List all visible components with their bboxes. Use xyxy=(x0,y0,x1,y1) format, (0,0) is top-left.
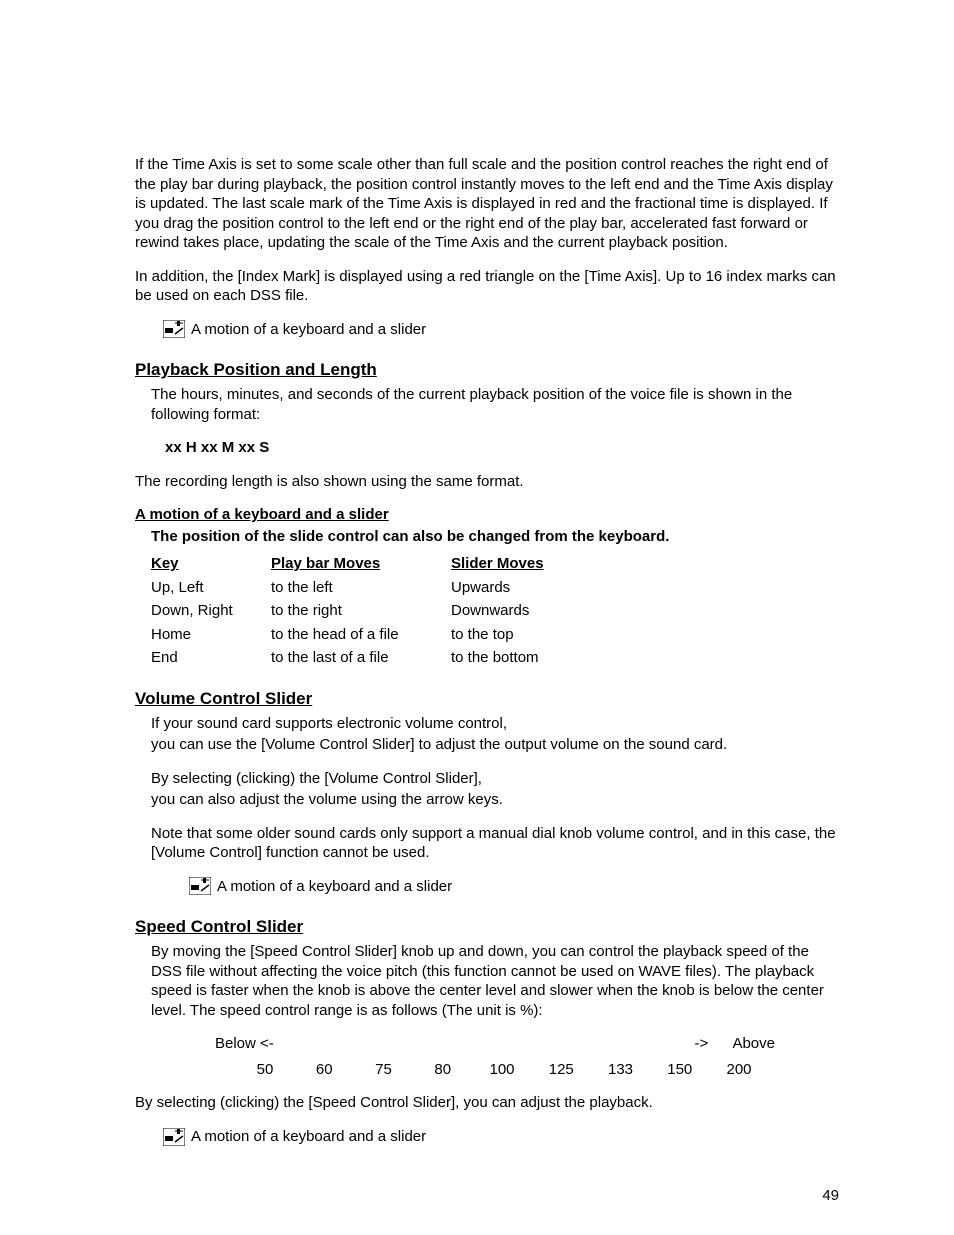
cell: to the left xyxy=(271,578,451,598)
speed-range-below: Below <- xyxy=(215,1034,274,1054)
table-row: Up, Left to the left Upwards xyxy=(151,578,839,598)
col-header-playbar: Play bar Moves xyxy=(271,554,451,574)
table-row: End to the last of a file to the bottom xyxy=(151,648,839,668)
volume-p1: If your sound card supports electronic v… xyxy=(151,714,839,734)
speed-p2: By selecting (clicking) the [Speed Contr… xyxy=(135,1093,839,1113)
cell: End xyxy=(151,648,271,668)
speed-value: 125 xyxy=(541,1060,581,1080)
cell: Down, Right xyxy=(151,601,271,621)
volume-p4: you can also adjust the volume using the… xyxy=(151,790,839,810)
intro-paragraph-1: If the Time Axis is set to some scale ot… xyxy=(135,155,839,253)
col-header-key: Key xyxy=(151,554,271,574)
subheading-motion: A motion of a keyboard and a slider xyxy=(135,505,839,525)
col-header-slider: Slider Moves xyxy=(451,554,611,574)
motion-link-1: A motion of a keyboard and a slider xyxy=(163,320,839,340)
speed-value: 200 xyxy=(719,1060,759,1080)
volume-p5: Note that some older sound cards only su… xyxy=(151,824,839,863)
table-row: Home to the head of a file to the top xyxy=(151,625,839,645)
keyboard-table: Key Play bar Moves Slider Moves Up, Left… xyxy=(151,554,839,668)
document-page: If the Time Axis is set to some scale ot… xyxy=(0,0,954,1235)
motion-link-1-text: A motion of a keyboard and a slider xyxy=(191,320,426,340)
speed-value: 150 xyxy=(660,1060,700,1080)
cell: to the last of a file xyxy=(271,648,451,668)
cell: Downwards xyxy=(451,601,611,621)
speed-range-labels: Below <- -> Above xyxy=(215,1034,775,1054)
keyboard-slider-icon xyxy=(189,877,211,895)
table-row: Down, Right to the right Downwards xyxy=(151,601,839,621)
heading-volume-control: Volume Control Slider xyxy=(135,688,839,710)
speed-value: 50 xyxy=(245,1060,285,1080)
speed-value: 80 xyxy=(423,1060,463,1080)
cell: Upwards xyxy=(451,578,611,598)
speed-value: 133 xyxy=(601,1060,641,1080)
cell: to the head of a file xyxy=(271,625,451,645)
motion-link-3: A motion of a keyboard and a slider xyxy=(163,1127,839,1147)
cell: to the top xyxy=(451,625,611,645)
speed-value: 60 xyxy=(304,1060,344,1080)
heading-speed-control: Speed Control Slider xyxy=(135,916,839,938)
table-header-row: Key Play bar Moves Slider Moves xyxy=(151,554,839,574)
keyboard-slider-icon xyxy=(163,320,185,338)
speed-range-values: 50 60 75 80 100 125 133 150 200 xyxy=(215,1060,775,1080)
motion-link-3-text: A motion of a keyboard and a slider xyxy=(191,1127,426,1147)
speed-range-display: Below <- -> Above 50 60 75 80 100 125 13… xyxy=(215,1034,775,1079)
speed-range-above: -> Above xyxy=(695,1034,775,1054)
volume-p2: you can use the [Volume Control Slider] … xyxy=(151,735,839,755)
playback-format: xx H xx M xx S xyxy=(165,438,839,458)
cell: Home xyxy=(151,625,271,645)
speed-value: 75 xyxy=(364,1060,404,1080)
speed-value: 100 xyxy=(482,1060,522,1080)
speed-p1: By moving the [Speed Control Slider] kno… xyxy=(151,942,839,1020)
cell: to the right xyxy=(271,601,451,621)
page-number: 49 xyxy=(822,1186,839,1206)
motion-link-2: A motion of a keyboard and a slider xyxy=(189,877,839,897)
heading-playback-position: Playback Position and Length xyxy=(135,359,839,381)
keyboard-slider-icon xyxy=(163,1128,185,1146)
volume-p3: By selecting (clicking) the [Volume Cont… xyxy=(151,769,839,789)
motion-link-2-text: A motion of a keyboard and a slider xyxy=(217,877,452,897)
cell: to the bottom xyxy=(451,648,611,668)
subheading-motion-line: The position of the slide control can al… xyxy=(151,527,839,547)
intro-paragraph-2: In addition, the [Index Mark] is display… xyxy=(135,267,839,306)
playback-p1: The hours, minutes, and seconds of the c… xyxy=(151,385,839,424)
playback-p2: The recording length is also shown using… xyxy=(135,472,839,492)
cell: Up, Left xyxy=(151,578,271,598)
